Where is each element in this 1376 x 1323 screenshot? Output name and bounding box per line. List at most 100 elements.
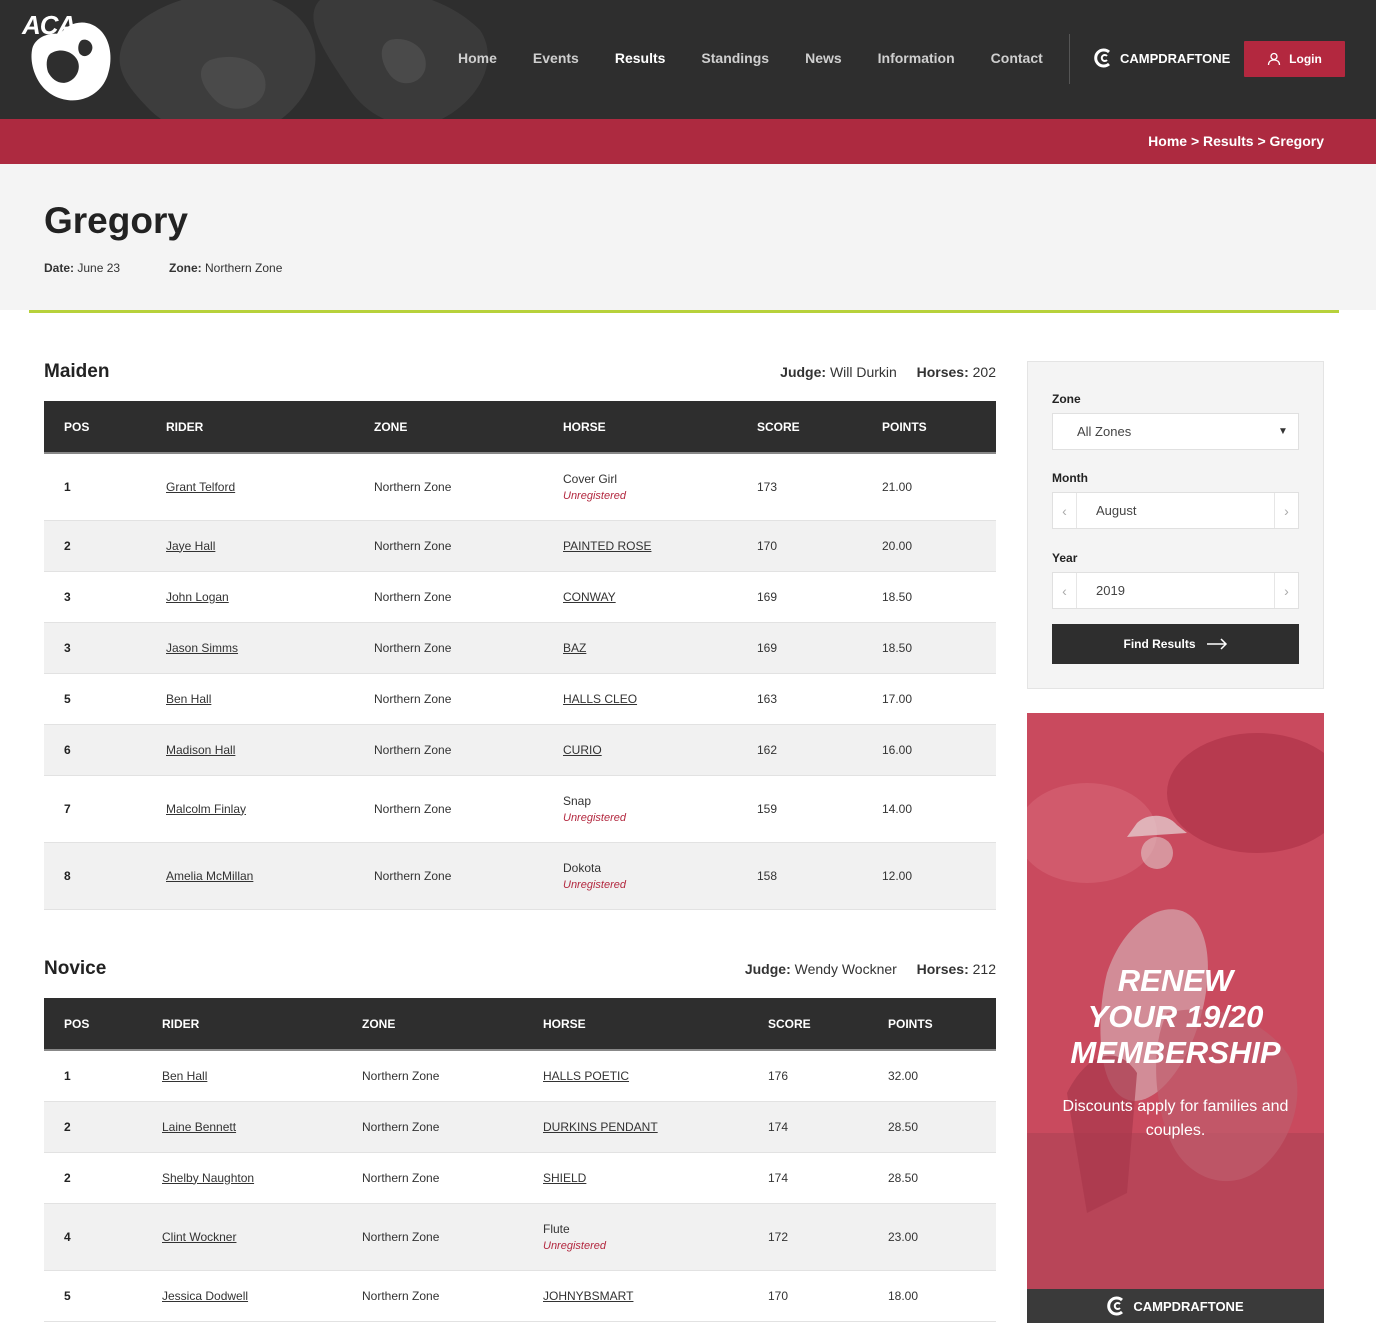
section-info: Judge: Wendy Wockner Horses: 212 bbox=[745, 961, 996, 977]
promo-brand: CAMPDRAFTONE bbox=[1133, 1298, 1244, 1314]
zone-cell: Northern Zone bbox=[354, 520, 543, 572]
find-results-button[interactable]: Find Results bbox=[1052, 624, 1299, 664]
horse-link[interactable]: SHIELD bbox=[543, 1171, 586, 1185]
rider-link[interactable]: Shelby Naughton bbox=[162, 1171, 254, 1185]
horse-link[interactable]: CONWAY bbox=[563, 590, 616, 604]
promo-title: RENEW YOUR 19/20 MEMBERSHIP bbox=[1027, 963, 1324, 1071]
login-button[interactable]: Login bbox=[1244, 41, 1345, 77]
zone-select-value: All Zones bbox=[1077, 424, 1132, 439]
date-label: Date: bbox=[44, 261, 75, 275]
zone-cell: Northern Zone bbox=[354, 453, 543, 521]
pos-cell: 5 bbox=[44, 673, 146, 725]
points-cell: 18.50 bbox=[862, 622, 996, 674]
points-cell: 14.00 bbox=[862, 775, 996, 843]
score-cell: 172 bbox=[748, 1203, 868, 1271]
rider-link[interactable]: Jaye Hall bbox=[166, 539, 215, 553]
year-stepper[interactable]: ‹ 2019 › bbox=[1052, 572, 1299, 609]
promo-subtitle: Discounts apply for families and couples… bbox=[1062, 1098, 1289, 1139]
zone-filter-label: Zone bbox=[1052, 392, 1081, 406]
nav-results[interactable]: Results bbox=[597, 50, 684, 66]
campdraftone-label: CAMPDRAFTONE bbox=[1120, 50, 1231, 66]
table-row: 5 Jessica Dodwell Northern Zone JOHNYBSM… bbox=[44, 1270, 996, 1322]
zone-cell: Northern Zone bbox=[354, 622, 543, 674]
nav-standings[interactable]: Standings bbox=[683, 50, 787, 66]
zone-select[interactable]: All Zones ▼ bbox=[1052, 413, 1299, 450]
col-pos: POS bbox=[44, 998, 142, 1051]
rider-link[interactable]: Jessica Dodwell bbox=[162, 1289, 248, 1303]
score-cell: 174 bbox=[748, 1101, 868, 1153]
table-row: 4 Clint Wockner Northern Zone Flute Unreg… bbox=[44, 1203, 996, 1271]
pos-cell: 5 bbox=[44, 1270, 142, 1322]
rider-link[interactable]: Grant Telford bbox=[166, 480, 235, 494]
novice-results-table: POS RIDER ZONE HORSE SCORE POINTS 1 Ben … bbox=[44, 998, 996, 1322]
pos-cell: 3 bbox=[44, 571, 146, 623]
pos-cell: 4 bbox=[44, 1203, 142, 1271]
nav-home[interactable]: Home bbox=[440, 50, 515, 66]
col-horse: HORSE bbox=[523, 998, 748, 1051]
pos-cell: 2 bbox=[44, 1101, 142, 1153]
user-icon bbox=[1268, 52, 1281, 66]
rider-link[interactable]: Ben Hall bbox=[162, 1069, 207, 1083]
page-title: Gregory bbox=[44, 200, 188, 241]
logo-text: ACA bbox=[22, 10, 76, 40]
event-date: Date: June 23 bbox=[44, 261, 120, 275]
points-cell: 20.00 bbox=[862, 520, 996, 572]
points-cell: 18.00 bbox=[868, 1270, 996, 1322]
chevron-left-icon[interactable]: ‹ bbox=[1053, 573, 1077, 608]
horse-link[interactable]: HALLS CLEO bbox=[563, 692, 637, 706]
zone-value: Northern Zone bbox=[205, 261, 283, 275]
zone-cell: Northern Zone bbox=[342, 1050, 523, 1102]
table-row: 2 Laine Bennett Northern Zone DURKINS PE… bbox=[44, 1101, 996, 1153]
zone-cell: Northern Zone bbox=[342, 1101, 523, 1153]
rider-link[interactable]: Jason Simms bbox=[166, 641, 238, 655]
table-row: 1 Grant Telford Northern Zone Cover Girl… bbox=[44, 453, 996, 521]
campdraftone-logo-icon bbox=[1107, 1296, 1124, 1316]
page-header: Gregory Date: June 23 Zone: Northern Zon… bbox=[0, 164, 1376, 310]
chevron-right-icon[interactable]: › bbox=[1274, 493, 1298, 528]
col-zone: ZONE bbox=[342, 998, 523, 1051]
month-stepper[interactable]: ‹ August › bbox=[1052, 492, 1299, 529]
chevron-right-icon[interactable]: › bbox=[1274, 573, 1298, 608]
campdraftone-link[interactable]: CAMPDRAFTONE bbox=[1094, 48, 1230, 68]
horses-count: 202 bbox=[972, 364, 996, 380]
site-header: ACA Home Events Results Standings News I… bbox=[0, 0, 1376, 119]
horse-link[interactable]: HALLS POETIC bbox=[543, 1069, 629, 1083]
unregistered-tag: Unregistered bbox=[563, 489, 626, 502]
score-cell: 163 bbox=[737, 673, 862, 725]
nav-events[interactable]: Events bbox=[515, 50, 597, 66]
col-pos: POS bbox=[44, 401, 146, 454]
score-cell: 169 bbox=[737, 571, 862, 623]
breadcrumb[interactable]: Home > Results > Gregory bbox=[1148, 133, 1324, 149]
horses-count: 212 bbox=[972, 961, 996, 977]
score-cell: 162 bbox=[737, 724, 862, 776]
rider-link[interactable]: Ben Hall bbox=[166, 692, 211, 706]
horse-link[interactable]: BAZ bbox=[563, 641, 586, 655]
nav-news[interactable]: News bbox=[787, 50, 860, 66]
judge-label: Judge: bbox=[780, 364, 827, 380]
rider-link[interactable]: Madison Hall bbox=[166, 743, 235, 757]
score-cell: 169 bbox=[737, 622, 862, 674]
maiden-results-table: POS RIDER ZONE HORSE SCORE POINTS 1 Gran… bbox=[44, 401, 996, 910]
table-row: 7 Malcolm Finlay Northern Zone Snap Unreg… bbox=[44, 775, 996, 843]
rider-link[interactable]: Laine Bennett bbox=[162, 1120, 236, 1134]
nav-information[interactable]: Information bbox=[860, 50, 973, 66]
campdraftone-logo-icon bbox=[1094, 48, 1110, 68]
unregistered-tag: Unregistered bbox=[563, 878, 626, 891]
horse-link[interactable]: JOHNYBSMART bbox=[543, 1289, 633, 1303]
date-value: June 23 bbox=[77, 261, 121, 275]
horse-link[interactable]: DURKINS PENDANT bbox=[543, 1120, 658, 1134]
points-cell: 12.00 bbox=[862, 842, 996, 910]
rider-link[interactable]: Clint Wockner bbox=[162, 1230, 236, 1244]
rider-link[interactable]: John Logan bbox=[166, 590, 229, 604]
pos-cell: 3 bbox=[44, 622, 146, 674]
horse-link[interactable]: PAINTED ROSE bbox=[563, 539, 651, 553]
horse-link[interactable]: CURIO bbox=[563, 743, 602, 757]
judge-label: Judge: bbox=[744, 961, 791, 977]
membership-promo[interactable]: RENEW YOUR 19/20 MEMBERSHIP Discounts ap… bbox=[1027, 713, 1324, 1323]
pos-cell: 2 bbox=[44, 1152, 142, 1204]
nav-contact[interactable]: Contact bbox=[973, 50, 1061, 66]
chevron-left-icon[interactable]: ‹ bbox=[1053, 493, 1077, 528]
rider-link[interactable]: Amelia McMillan bbox=[166, 869, 253, 883]
event-zone: Zone: Northern Zone bbox=[169, 261, 282, 275]
rider-link[interactable]: Malcolm Finlay bbox=[166, 802, 246, 816]
